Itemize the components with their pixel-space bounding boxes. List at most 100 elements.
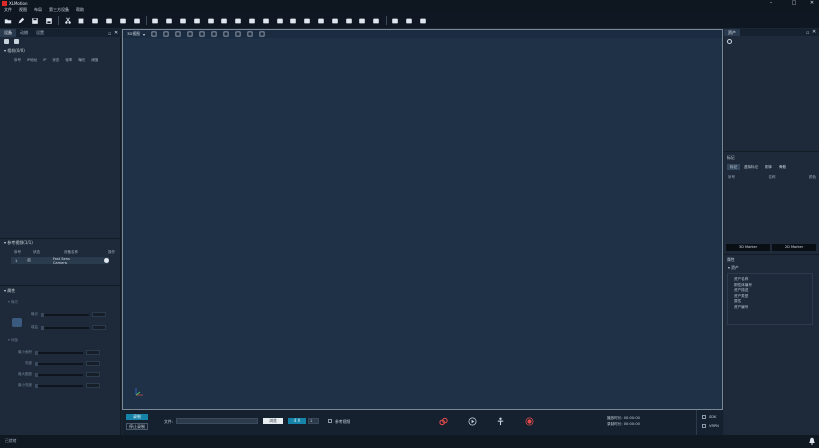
refresh-icon[interactable] — [727, 39, 732, 44]
min-brightness-slider[interactable] — [35, 383, 83, 388]
view-select[interactable]: 3D视图 — [127, 31, 140, 37]
screen-icon[interactable] — [234, 16, 243, 25]
top-view-icon[interactable] — [211, 31, 218, 38]
min-area-spinbox[interactable] — [86, 350, 100, 355]
grid-icon[interactable] — [118, 16, 127, 25]
minimize-button[interactable]: – — [765, 0, 777, 7]
max-roundness-slider[interactable] — [35, 372, 83, 377]
chevron-down-icon[interactable]: ▾ — [143, 32, 145, 37]
threshold-group[interactable]: ▾ 阈值 — [8, 338, 18, 343]
side-view-icon[interactable] — [199, 31, 206, 38]
3d-viewport[interactable]: 3D视图 ▾ — [122, 29, 723, 410]
panel-close-icon[interactable]: ✕ — [812, 29, 816, 35]
slider-knob[interactable] — [35, 350, 38, 355]
gain-spinbox[interactable] — [92, 325, 106, 330]
link-icon[interactable] — [289, 16, 298, 25]
tab-settings[interactable]: 设置 — [32, 29, 48, 37]
panel-icon[interactable] — [248, 16, 257, 25]
slider-knob[interactable] — [41, 312, 44, 317]
split-icon[interactable] — [206, 16, 215, 25]
float-icon[interactable]: ▫ — [108, 31, 111, 37]
reset-view-icon[interactable] — [223, 31, 230, 38]
slider-knob[interactable] — [35, 383, 38, 388]
camera-toggle-icon[interactable] — [104, 258, 109, 263]
gain-slider[interactable] — [41, 325, 89, 330]
tool-icon[interactable] — [418, 16, 427, 25]
stop-record-button[interactable]: 停止录制 — [126, 423, 148, 430]
gear-icon[interactable] — [330, 16, 339, 25]
camera-settings-icon[interactable] — [14, 39, 19, 44]
maximize-button[interactable]: □ — [788, 0, 800, 7]
add-camera-icon[interactable] — [4, 39, 9, 44]
exposure-slider[interactable] — [41, 312, 89, 317]
panel-close-icon[interactable]: ✕ — [114, 30, 118, 36]
tab-markers[interactable]: 标记 — [727, 164, 740, 170]
cut-icon[interactable] — [63, 16, 72, 25]
ref-video-section-header[interactable]: ▾ 参考视频(1/1) — [4, 240, 33, 246]
dual-view-icon[interactable] — [163, 31, 170, 38]
min-area-slider[interactable] — [35, 350, 83, 355]
bar-chart-icon[interactable] — [372, 16, 381, 25]
float-icon[interactable]: ▫ — [806, 30, 809, 36]
tab-assets[interactable]: 资产 — [724, 29, 740, 36]
tab-skeleton[interactable]: 骨骼 — [776, 164, 789, 170]
sdk-checkbox[interactable] — [702, 415, 706, 419]
2d-marker-button[interactable]: 2D Marker — [772, 244, 816, 251]
prop-asset-id[interactable]: 资产编号 — [734, 305, 812, 311]
slider-knob[interactable] — [35, 361, 38, 366]
pen-icon[interactable] — [17, 16, 26, 25]
sync-icon[interactable] — [275, 16, 284, 25]
front-view-icon[interactable] — [187, 31, 194, 38]
property-section-header[interactable]: ▾ 属性 — [4, 288, 15, 294]
save-icon[interactable] — [31, 16, 40, 25]
layout-icon[interactable] — [105, 16, 114, 25]
table-row[interactable]: 1 启 Fast Sens Camera — [11, 257, 109, 265]
cube-icon[interactable] — [151, 16, 160, 25]
close-button[interactable]: ✕ — [806, 0, 818, 7]
browse-button[interactable]: 浏览 — [263, 418, 283, 424]
exposure-spinbox[interactable] — [92, 312, 106, 317]
max-roundness-spinbox[interactable] — [86, 372, 100, 377]
slider-knob[interactable] — [35, 372, 38, 377]
asset-group[interactable]: ▾ 资产 — [728, 265, 739, 271]
vrpn-checkbox[interactable] — [702, 424, 706, 428]
camera-section-header[interactable]: ▾ 相机(0/0) — [4, 48, 25, 54]
link-icon[interactable] — [439, 417, 448, 427]
film-icon[interactable] — [303, 16, 312, 25]
speed-select[interactable]: 4 X — [288, 418, 306, 424]
slider-knob[interactable] — [41, 325, 44, 330]
refresh-icon[interactable] — [132, 16, 141, 25]
camera-icon[interactable] — [91, 16, 100, 25]
person-icon[interactable] — [259, 31, 266, 38]
display-icon[interactable] — [391, 16, 400, 25]
brightness-slider[interactable] — [35, 361, 83, 366]
tpose-icon[interactable] — [496, 417, 505, 427]
sun-icon[interactable] — [165, 16, 174, 25]
bell-icon[interactable] — [808, 437, 816, 446]
monitor-icon[interactable] — [179, 16, 188, 25]
exposure-group[interactable]: ▾ 曝光 — [8, 300, 18, 305]
tab-virtual-markers[interactable]: 虚拟标记 — [741, 164, 761, 170]
frame-icon[interactable] — [261, 16, 270, 25]
record-icon[interactable] — [317, 16, 326, 25]
ref-video-checkbox[interactable] — [328, 419, 332, 423]
quad-view-icon[interactable] — [175, 31, 182, 38]
brightness-spinbox[interactable] — [86, 361, 100, 366]
axis-icon[interactable] — [247, 31, 254, 38]
tab-device[interactable]: 设备 — [0, 29, 16, 37]
fit-view-icon[interactable] — [235, 31, 242, 38]
min-brightness-spinbox[interactable] — [86, 383, 100, 388]
tab-rigid-body[interactable]: 刚体 — [762, 164, 775, 170]
device-icon[interactable] — [77, 16, 86, 25]
capture-icon[interactable] — [220, 16, 229, 25]
3d-marker-button[interactable]: 3D Marker — [726, 244, 770, 251]
save-as-icon[interactable] — [44, 16, 53, 25]
record-button[interactable]: 录制 — [126, 414, 148, 420]
cloud-icon[interactable] — [344, 16, 353, 25]
folder-icon[interactable] — [3, 16, 12, 25]
window-icon[interactable] — [192, 16, 201, 25]
tab-mocap[interactable]: 动捕 — [16, 29, 32, 37]
record-icon[interactable] — [525, 417, 534, 427]
play-icon[interactable] — [468, 417, 477, 427]
folder-chart-icon[interactable] — [404, 16, 413, 25]
